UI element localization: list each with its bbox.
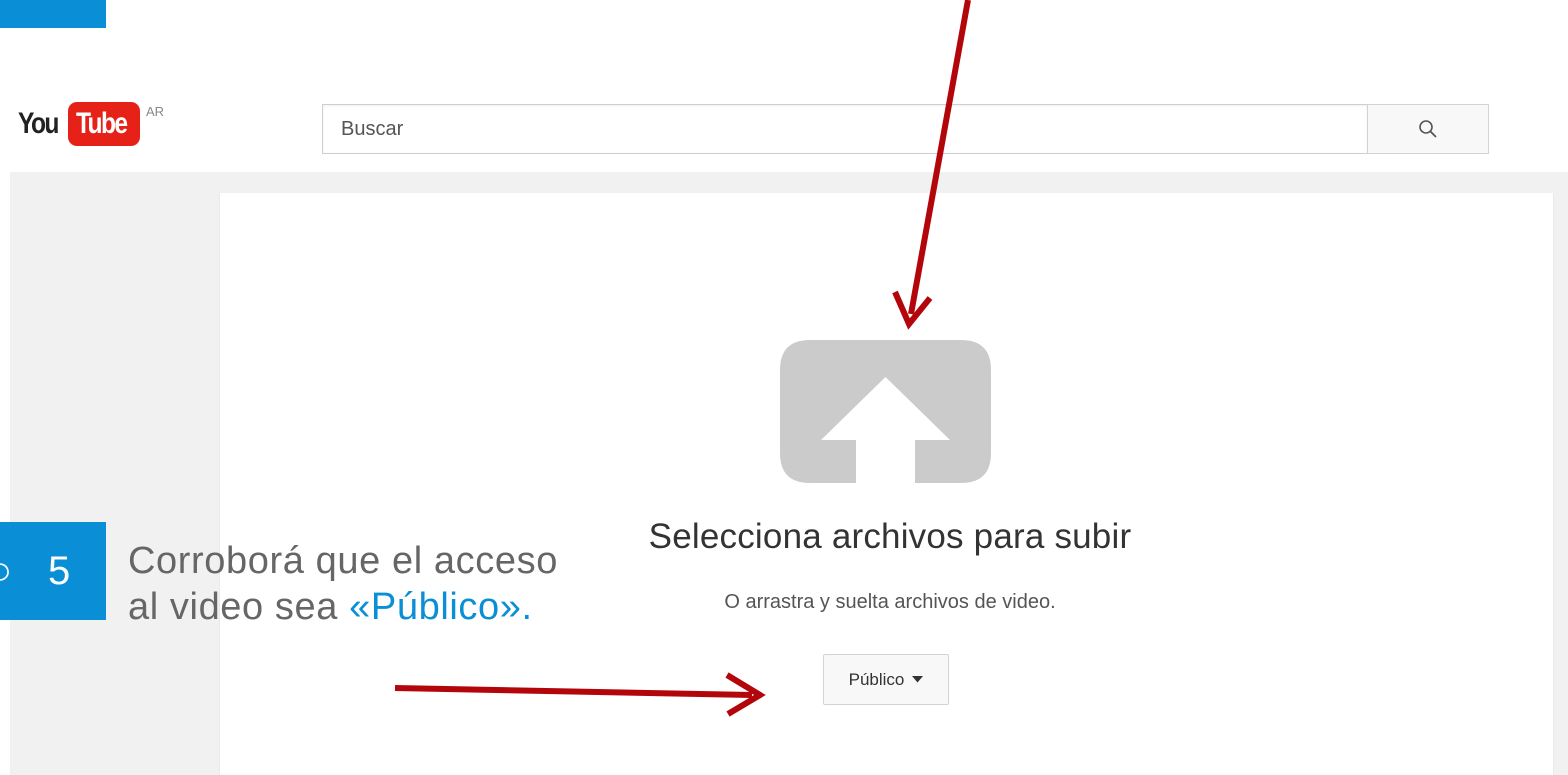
tutorial-screenshot: You Tube AR Selecciona archivos para sub… <box>0 0 1568 775</box>
upload-arrow-icon[interactable] <box>780 340 991 483</box>
logo-country-code: AR <box>146 104 165 119</box>
privacy-label: Público <box>848 669 905 689</box>
instruction-highlight: «Público». <box>349 586 533 628</box>
step-number: 5 <box>48 548 71 593</box>
upload-subtitle: O arrastra y suelta archivos de video. <box>724 591 1056 613</box>
youtube-logo[interactable]: You Tube AR <box>18 102 165 146</box>
logo-you-text: You <box>18 107 59 140</box>
search-button[interactable] <box>1367 104 1489 154</box>
privacy-dropdown[interactable]: Público <box>823 654 949 705</box>
logo-tube-badge: Tube <box>68 102 140 146</box>
logo-tube-text: Tube <box>76 107 128 140</box>
step-badge: ○ 5 <box>0 522 106 620</box>
upload-title[interactable]: Selecciona archivos para subir <box>560 517 1220 557</box>
step-instruction: Corroborá que el acceso al video sea «Pú… <box>128 538 568 630</box>
step-circle-symbol: ○ <box>0 548 13 593</box>
caret-down-icon <box>912 676 924 683</box>
search-icon <box>1419 120 1437 138</box>
search-box <box>322 104 1368 154</box>
step-tab-top <box>0 0 106 28</box>
search-input[interactable] <box>323 105 1367 153</box>
